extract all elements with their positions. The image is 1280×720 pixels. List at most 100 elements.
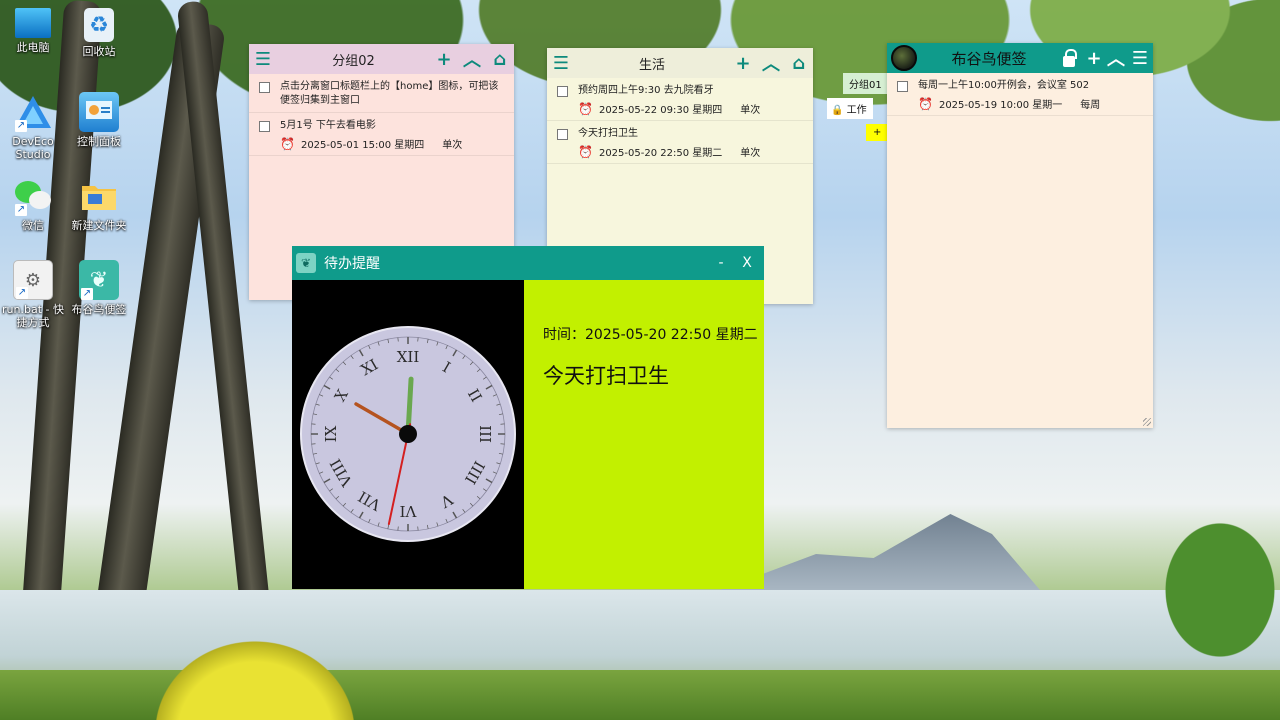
note-datetime: 2025-05-01 15:00 星期四: [300, 140, 425, 151]
note-repeat: 单次: [740, 148, 761, 159]
clock-center-pin: [399, 425, 417, 443]
reminder-window[interactable]: ❦ 待办提醒 - X XII I II III IIII V VI VII VIII IX X XI …: [292, 246, 764, 589]
wechat-icon: ↗: [13, 176, 53, 216]
cuckoo-note-icon: ❦: [296, 253, 316, 273]
add-note-button[interactable]: +: [729, 48, 757, 78]
desktop-icon-label: 布谷鸟便签: [71, 303, 127, 316]
main-window-title: 布谷鸟便签: [951, 49, 1027, 68]
analog-clock-pane: XII I II III IIII V VI VII VIII IX X XI: [292, 280, 524, 589]
alarm-clock-icon: ⏰: [918, 96, 933, 111]
desktop-icon-this-pc[interactable]: 此电脑: [1, 8, 65, 54]
collapse-button[interactable]: ︿: [757, 48, 785, 78]
note-repeat: 单次: [740, 105, 761, 116]
add-note-button[interactable]: +: [430, 44, 458, 74]
wallpaper-tent: [150, 632, 360, 720]
shortcut-arrow-icon: ↗: [16, 287, 28, 299]
note-item[interactable]: 5月1号 下午去看电影 ⏰ 2025-05-01 15:00 星期四 单次: [249, 113, 514, 156]
desktop-icon-new-folder[interactable]: 新建文件夹: [67, 176, 131, 232]
shortcut-arrow-icon: ↗: [81, 288, 93, 300]
reminder-titlebar[interactable]: ❦ 待办提醒 - X: [292, 246, 764, 280]
main-note-window[interactable]: 布谷鸟便签 + ︿ ☰ 每周一上午10:00开例会，会议室 502 ⏰ 2025…: [887, 43, 1153, 428]
note-checkbox[interactable]: [259, 121, 270, 132]
shortcut-arrow-icon: ↗: [15, 120, 27, 132]
note-checkbox[interactable]: [259, 82, 270, 93]
note-text: 5月1号 下午去看电影: [280, 120, 376, 131]
note-repeat: 每周: [1080, 100, 1101, 111]
note-datetime: 2025-05-20 22:50 星期二: [598, 148, 723, 159]
home-icon[interactable]: ⌂: [785, 48, 813, 78]
desktop-icon-deveco[interactable]: ↗ DevEco Studio: [1, 92, 65, 161]
note-checkbox[interactable]: [897, 81, 908, 92]
note-checkbox[interactable]: [557, 86, 568, 97]
deveco-icon: ↗: [13, 92, 53, 132]
lock-toggle-button[interactable]: [1055, 43, 1083, 73]
desktop-icon-wechat[interactable]: ↗ 微信: [1, 176, 65, 232]
note-text: 点击分离窗口标题栏上的【home】图标，可把该便签归集到主窗口: [280, 81, 499, 106]
collapse-button[interactable]: ︿: [458, 44, 486, 74]
clock-numeral: XII: [397, 348, 420, 366]
clock-numeral: III: [476, 425, 494, 443]
desktop-icon-label: 新建文件夹: [71, 219, 127, 232]
alarm-clock-icon: ⏰: [280, 136, 295, 151]
reminder-info-pane: 时间：2025-05-20 22:50 星期二 今天打扫卫生: [524, 280, 764, 589]
alarm-clock-icon: ⏰: [578, 101, 593, 116]
folder-icon: [79, 176, 119, 216]
alarm-clock-icon: ⏰: [578, 144, 593, 159]
note-datetime: 2025-05-22 09:30 星期四: [598, 105, 723, 116]
add-note-button[interactable]: +: [1083, 43, 1105, 73]
desktop-icon-label: run.bat - 快捷方式: [2, 303, 64, 329]
note-repeat: 单次: [442, 140, 463, 151]
main-titlebar[interactable]: 布谷鸟便签 + ︿ ☰: [887, 43, 1153, 73]
recycle-bin-icon: ♻: [84, 8, 114, 42]
padlock-icon: [1063, 48, 1077, 67]
minimize-button[interactable]: -: [708, 255, 734, 271]
desktop-icon-run-bat[interactable]: ⚙ ↗ run.bat - 快捷方式: [1, 260, 65, 329]
note-item[interactable]: 今天打扫卫生 ⏰ 2025-05-20 22:50 星期二 单次: [547, 121, 813, 164]
app-logo: [891, 45, 917, 71]
desktop-icon-control-panel[interactable]: 控制面板: [67, 92, 131, 148]
desktop-icon-recycle-bin[interactable]: ♻ 回收站: [67, 8, 131, 58]
monitor-icon: [15, 8, 51, 38]
home-icon[interactable]: ⌂: [486, 44, 514, 74]
reminder-time: 时间：2025-05-20 22:50 星期二: [543, 327, 758, 343]
cuckoo-note-icon: ❦ ↗: [79, 260, 119, 300]
note-text: 每周一上午10:00开例会，会议室 502: [918, 80, 1090, 91]
note-checkbox[interactable]: [557, 129, 568, 140]
note-text: 今天打扫卫生: [578, 128, 638, 139]
clock-numeral: IX: [322, 425, 340, 442]
list-menu-icon[interactable]: ☰: [249, 44, 277, 74]
desktop-icon-cuckoo-note[interactable]: ❦ ↗ 布谷鸟便签: [67, 260, 131, 316]
list-menu-icon[interactable]: ☰: [547, 48, 575, 78]
analog-clock: XIIIIIIIIIIIIVVIVIIVIIIIXXXI: [300, 326, 516, 542]
clock-numeral: VI: [400, 502, 418, 520]
desktop-icon-label: 回收站: [82, 45, 116, 58]
wallpaper-mountain: [720, 514, 1040, 590]
note-titlebar[interactable]: ☰ 分组02 + ︿ ⌂: [249, 44, 514, 74]
note-titlebar[interactable]: ☰ 生活 + ︿ ⌂: [547, 48, 813, 78]
side-tab-label: 工作: [846, 105, 867, 116]
reminder-title: 待办提醒: [324, 256, 380, 272]
shortcut-arrow-icon: ↗: [15, 204, 27, 216]
note-window-title: 生活: [638, 57, 665, 73]
note-item[interactable]: 点击分离窗口标题栏上的【home】图标，可把该便签归集到主窗口: [249, 74, 514, 113]
note-text: 预约周四上午9:30 去九院看牙: [578, 85, 714, 96]
note-item[interactable]: 每周一上午10:00开例会，会议室 502 ⏰ 2025-05-19 10:00…: [887, 73, 1153, 116]
collapse-button[interactable]: ︿: [1105, 43, 1127, 73]
side-tab-add[interactable]: +: [866, 124, 889, 141]
desktop-icon-label: DevEco Studio: [12, 135, 54, 161]
wallpaper-trees: [1100, 500, 1280, 680]
control-panel-icon: [79, 92, 119, 132]
note-item[interactable]: 预约周四上午9:30 去九院看牙 ⏰ 2025-05-22 09:30 星期四 …: [547, 78, 813, 121]
desktop-icon-label: 控制面板: [77, 135, 121, 148]
close-button[interactable]: X: [734, 255, 760, 271]
reminder-task: 今天打扫卫生: [543, 364, 669, 388]
side-tab-work[interactable]: 🔒 工作: [827, 98, 873, 119]
resize-grip[interactable]: [1143, 418, 1151, 426]
batch-file-icon: ⚙ ↗: [13, 260, 53, 300]
side-tab-group01[interactable]: 分组01: [843, 73, 888, 94]
note-datetime: 2025-05-19 10:00 星期一: [938, 100, 1063, 111]
desktop-icon-label: 微信: [22, 219, 44, 232]
hamburger-menu-icon[interactable]: ☰: [1127, 43, 1153, 73]
note-window-title: 分组02: [332, 53, 375, 69]
lock-icon: 🔒: [831, 105, 844, 116]
